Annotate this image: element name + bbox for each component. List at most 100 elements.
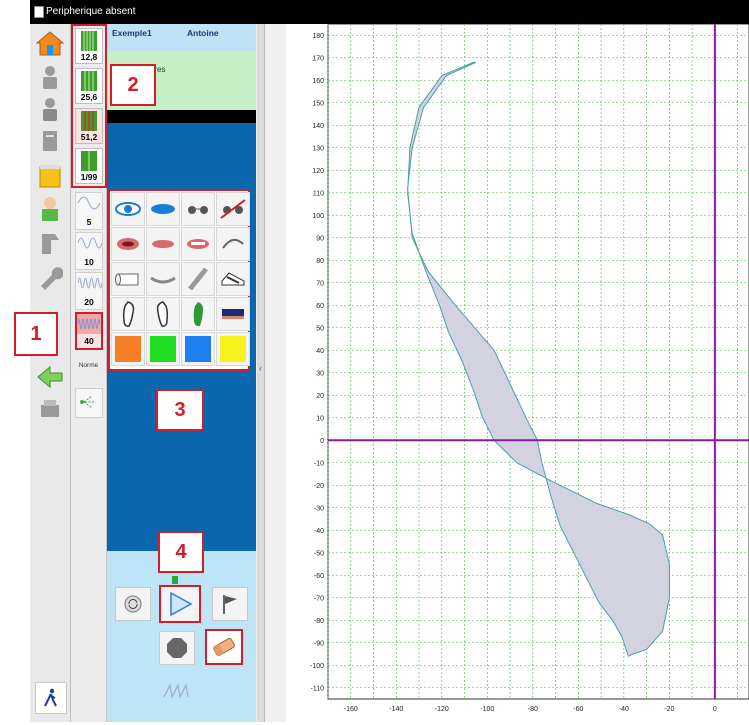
wave-10-button[interactable]: 10 [75, 232, 103, 270]
glasses-off-button[interactable] [216, 192, 250, 226]
person-lock-icon [43, 98, 57, 121]
x-tick-label: -40 [619, 706, 629, 713]
back-button[interactable] [34, 362, 66, 392]
y-tick-label: 90 [316, 235, 324, 242]
y-tick-label: -70 [314, 595, 324, 602]
foot-outline-icon [156, 301, 169, 327]
glasses-icon [188, 206, 208, 214]
y-tick-label: 110 [313, 190, 324, 197]
foot-outline-icon [122, 301, 135, 327]
color-fill [115, 336, 141, 362]
wave-label: 20 [84, 297, 94, 307]
device-button[interactable] [34, 228, 66, 258]
y-tick-label: 170 [312, 55, 324, 62]
color-blue-swatch[interactable] [181, 332, 215, 366]
foot-green-button[interactable] [181, 297, 215, 331]
walk-button[interactable] [35, 682, 67, 714]
mouth-teeth-button[interactable] [181, 227, 215, 261]
plot-area: 180 170 160 150 140 130 120 110 100 90 80 70 60 50 40 3… [286, 23, 749, 722]
y-tick-label: -60 [314, 573, 324, 580]
x-tick-label: 0 [713, 706, 717, 713]
sandal-button[interactable] [216, 262, 250, 296]
y-tick-label: 180 [312, 33, 324, 40]
indicator-mark [172, 576, 178, 584]
color-yellow-swatch[interactable] [216, 332, 250, 366]
mouth-closed-button[interactable] [146, 227, 180, 261]
notepad-button[interactable] [34, 160, 66, 190]
mouth-open-button[interactable] [111, 227, 145, 261]
play-button[interactable] [159, 585, 201, 623]
y-tick-label: 60 [316, 303, 324, 310]
device-grey-icon [42, 234, 59, 254]
color-green-swatch[interactable] [146, 332, 180, 366]
zoom-group-highlight [71, 24, 107, 188]
tool-palette [108, 189, 250, 371]
glasses-button[interactable] [181, 192, 215, 226]
flag-button[interactable] [212, 587, 248, 621]
wave-selected-icon [77, 314, 101, 334]
color-fill [220, 336, 246, 362]
mouth-open-icon [117, 238, 139, 250]
cylinder-icon [115, 273, 139, 286]
eraser-tool-button[interactable] [216, 297, 250, 331]
y-tick-label: 130 [312, 145, 324, 152]
y-tick-label: 10 [316, 415, 324, 422]
stop-button[interactable] [159, 631, 195, 665]
wave-icon [77, 277, 103, 289]
home-button[interactable] [34, 28, 66, 58]
y-tick-label: -20 [314, 483, 324, 490]
patient-button[interactable] [34, 62, 66, 92]
insole-flat-button[interactable] [146, 262, 180, 296]
signal-button[interactable] [159, 673, 195, 707]
roll-button[interactable] [111, 262, 145, 296]
wave-20-button[interactable]: 20 [75, 272, 103, 310]
splint-button[interactable] [216, 227, 250, 261]
settings-button[interactable] [34, 262, 66, 292]
color-fill [185, 336, 211, 362]
sandal-icon [221, 272, 245, 286]
foot-filled-icon [193, 302, 204, 327]
document-button[interactable] [34, 126, 66, 156]
refresh-icon [124, 595, 142, 613]
foot-left-outline-button[interactable] [111, 297, 145, 331]
user-green-icon [42, 197, 58, 221]
mouth-teeth-icon [187, 239, 209, 249]
user-button[interactable] [34, 194, 66, 224]
wave-5-button[interactable]: 5 [75, 192, 103, 230]
insole-side-icon [188, 267, 208, 291]
dots-curve-icon [80, 395, 94, 409]
arrow-left-icon [37, 365, 63, 389]
y-tick-label: -100 [310, 663, 324, 670]
wave-label: 40 [84, 336, 94, 346]
y-tick-label: 160 [312, 78, 324, 85]
eye-open-icon [115, 202, 141, 216]
color-orange-swatch[interactable] [111, 332, 145, 366]
footprint-chart[interactable]: 1801701601501401301201101009080706050403… [286, 23, 749, 722]
scrollbar[interactable]: ‹ [257, 24, 265, 722]
printer-grey-icon [41, 400, 59, 417]
norme-curve-button[interactable] [75, 388, 103, 418]
y-tick-label: 0 [320, 438, 324, 445]
foot-right-outline-button[interactable] [146, 297, 180, 331]
patient-lock-button[interactable] [34, 94, 66, 124]
eye-open-button[interactable] [111, 192, 145, 226]
app-icon [34, 6, 44, 18]
print-button[interactable] [34, 394, 66, 424]
document-grey-icon [43, 131, 57, 151]
y-tick-label: 150 [312, 100, 324, 107]
eraser-button[interactable] [205, 629, 243, 665]
glasses-crossed-icon [220, 199, 246, 219]
eye-closed-button[interactable] [146, 192, 180, 226]
wave-40-button[interactable]: 40 [75, 312, 103, 350]
collapse-arrow-icon[interactable]: ‹ [257, 364, 264, 374]
wave-label: 10 [84, 257, 94, 267]
playback-panel [107, 551, 256, 722]
refresh-button[interactable] [115, 587, 151, 621]
y-tick-label: -10 [314, 460, 324, 467]
y-tick-label: 100 [312, 213, 324, 220]
splint-icon [222, 238, 244, 249]
y-tick-label: -40 [314, 528, 324, 535]
insole-side-button[interactable] [181, 262, 215, 296]
left-toolbar [30, 24, 71, 722]
eye-closed-icon [151, 204, 175, 214]
